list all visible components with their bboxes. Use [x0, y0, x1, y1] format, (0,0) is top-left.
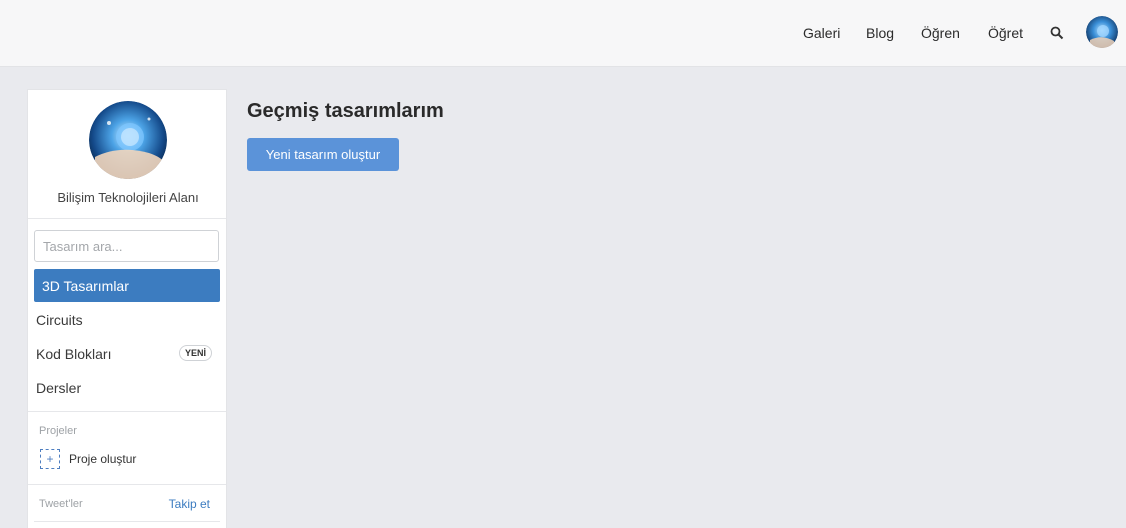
divider [28, 218, 226, 219]
divider [34, 521, 220, 522]
divider [28, 411, 226, 412]
create-project-button[interactable]: + Proje oluştur [40, 449, 136, 469]
user-avatar[interactable] [1086, 16, 1118, 48]
sidebar-item-label: 3D Tasarımlar [42, 277, 129, 294]
nav-link-galeri[interactable]: Galeri [803, 25, 840, 41]
sidebar: Bilişim Teknolojileri Alanı 3D Tasarımla… [27, 89, 227, 528]
projects-label: Projeler [39, 425, 77, 437]
search-input[interactable] [34, 230, 219, 262]
divider [28, 484, 226, 485]
sidebar-item-label: Circuits [36, 311, 83, 328]
follow-link[interactable]: Takip et [169, 497, 210, 511]
sidebar-item-label: Dersler [36, 379, 82, 396]
plus-icon: + [40, 449, 60, 469]
nav-link-ogren[interactable]: Öğren [921, 25, 960, 41]
new-badge: YENİ [178, 345, 212, 361]
sidebar-item-circuits[interactable]: Circuits [34, 303, 220, 336]
top-bar: Galeri Blog Öğren Öğret [0, 0, 1126, 67]
page-title: Geçmiş tasarımlarım [247, 100, 444, 122]
tweets-label: Tweet'ler [39, 498, 83, 510]
create-project-label: Proje oluştur [69, 452, 137, 466]
sidebar-item-dersler[interactable]: Dersler [34, 371, 220, 404]
search-icon[interactable] [1050, 26, 1064, 40]
profile-name: Bilişim Teknolojileri Alanı [57, 190, 199, 205]
sidebar-item-kod-bloklari[interactable]: Kod Blokları YENİ [34, 337, 220, 370]
profile-avatar[interactable] [89, 101, 167, 179]
sidebar-item-3d-tasarimlar[interactable]: 3D Tasarımlar [34, 269, 220, 302]
sidebar-item-label: Kod Blokları [36, 345, 112, 362]
nav-link-blog[interactable]: Blog [866, 25, 894, 41]
create-design-button[interactable]: Yeni tasarım oluştur [247, 138, 399, 171]
nav-link-ogret[interactable]: Öğret [988, 25, 1023, 41]
